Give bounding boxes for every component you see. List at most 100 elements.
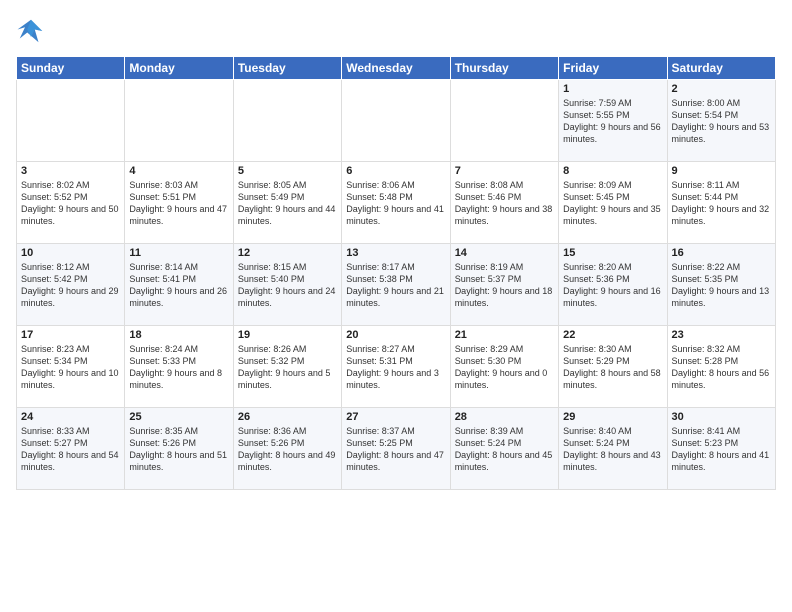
calendar-cell: 12Sunrise: 8:15 AMSunset: 5:40 PMDayligh…	[233, 244, 341, 326]
calendar-cell: 29 Sunrise: 8:40 AMSunset: 5:24 PMDayligh…	[559, 408, 667, 490]
weekday-friday: Friday	[559, 57, 667, 80]
calendar-cell: 2 Sunrise: 8:00 AMSunset: 5:54 PMDaylight…	[667, 80, 775, 162]
day-info: Sunrise: 8:23 AMSunset: 5:34 PMDaylight:…	[21, 344, 119, 390]
day-number: 26	[238, 411, 337, 423]
calendar-cell: 23 Sunrise: 8:32 AMSunset: 5:28 PMDayligh…	[667, 326, 775, 408]
calendar-cell	[125, 80, 233, 162]
day-info: Sunrise: 8:11 AMSunset: 5:44 PMDaylight:…	[672, 180, 770, 226]
calendar-cell: 9 Sunrise: 8:11 AMSunset: 5:44 PMDaylight…	[667, 162, 775, 244]
day-number: 24	[21, 411, 120, 423]
calendar-cell: 30 Sunrise: 8:41 AMSunset: 5:23 PMDayligh…	[667, 408, 775, 490]
weekday-monday: Monday	[125, 57, 233, 80]
calendar-cell: 22 Sunrise: 8:30 AMSunset: 5:29 PMDayligh…	[559, 326, 667, 408]
calendar-cell: 3 Sunrise: 8:02 AMSunset: 5:52 PMDaylight…	[17, 162, 125, 244]
calendar-cell: 13 Sunrise: 8:17 AMSunset: 5:38 PMDayligh…	[342, 244, 450, 326]
weekday-saturday: Saturday	[667, 57, 775, 80]
day-number: 1	[563, 83, 662, 95]
day-number: 4	[129, 165, 228, 177]
day-number: 21	[455, 329, 554, 341]
day-number: 19	[238, 329, 337, 341]
day-number: 30	[672, 411, 771, 423]
logo	[16, 16, 50, 46]
day-info: Sunrise: 8:12 AMSunset: 5:42 PMDaylight:…	[21, 262, 119, 308]
day-number: 10	[21, 247, 120, 259]
day-info: Sunrise: 8:24 AMSunset: 5:33 PMDaylight:…	[129, 344, 222, 390]
day-number: 8	[563, 165, 662, 177]
weekday-thursday: Thursday	[450, 57, 558, 80]
day-info: Sunrise: 8:33 AMSunset: 5:27 PMDaylight:…	[21, 426, 119, 472]
day-number: 2	[672, 83, 771, 95]
day-number: 28	[455, 411, 554, 423]
day-number: 9	[672, 165, 771, 177]
week-row-1: 1 Sunrise: 7:59 AMSunset: 5:55 PMDaylight…	[17, 80, 776, 162]
day-info: Sunrise: 8:30 AMSunset: 5:29 PMDaylight:…	[563, 344, 661, 390]
day-info: Sunrise: 8:08 AMSunset: 5:46 PMDaylight:…	[455, 180, 553, 226]
header	[16, 16, 776, 46]
day-info: Sunrise: 8:40 AMSunset: 5:24 PMDaylight:…	[563, 426, 661, 472]
day-info: Sunrise: 8:05 AMSunset: 5:49 PMDaylight:…	[238, 180, 336, 226]
day-number: 18	[129, 329, 228, 341]
day-info: Sunrise: 8:37 AMSunset: 5:25 PMDaylight:…	[346, 426, 444, 472]
calendar-cell: 1 Sunrise: 7:59 AMSunset: 5:55 PMDaylight…	[559, 80, 667, 162]
calendar-cell: 11 Sunrise: 8:14 AMSunset: 5:41 PMDayligh…	[125, 244, 233, 326]
day-info: Sunrise: 8:14 AMSunset: 5:41 PMDaylight:…	[129, 262, 227, 308]
day-info: Sunrise: 8:09 AMSunset: 5:45 PMDaylight:…	[563, 180, 661, 226]
calendar-cell: 5 Sunrise: 8:05 AMSunset: 5:49 PMDaylight…	[233, 162, 341, 244]
day-number: 17	[21, 329, 120, 341]
calendar-cell: 10 Sunrise: 8:12 AMSunset: 5:42 PMDayligh…	[17, 244, 125, 326]
week-row-2: 3 Sunrise: 8:02 AMSunset: 5:52 PMDaylight…	[17, 162, 776, 244]
calendar-cell: 14 Sunrise: 8:19 AMSunset: 5:37 PMDayligh…	[450, 244, 558, 326]
week-row-3: 10 Sunrise: 8:12 AMSunset: 5:42 PMDayligh…	[17, 244, 776, 326]
day-info: Sunrise: 8:17 AMSunset: 5:38 PMDaylight:…	[346, 262, 444, 308]
calendar-cell: 26 Sunrise: 8:36 AMSunset: 5:26 PMDayligh…	[233, 408, 341, 490]
day-info: Sunrise: 8:32 AMSunset: 5:28 PMDaylight:…	[672, 344, 770, 390]
day-number: 22	[563, 329, 662, 341]
calendar-cell: 6Sunrise: 8:06 AMSunset: 5:48 PMDaylight…	[342, 162, 450, 244]
day-info: Sunrise: 8:19 AMSunset: 5:37 PMDaylight:…	[455, 262, 553, 308]
calendar-cell: 7 Sunrise: 8:08 AMSunset: 5:46 PMDaylight…	[450, 162, 558, 244]
day-number: 3	[21, 165, 120, 177]
calendar-cell: 28Sunrise: 8:39 AMSunset: 5:24 PMDayligh…	[450, 408, 558, 490]
day-number: 25	[129, 411, 228, 423]
day-number: 13	[346, 247, 445, 259]
day-number: 16	[672, 247, 771, 259]
calendar-cell	[342, 80, 450, 162]
day-number: 11	[129, 247, 228, 259]
day-number: 20	[346, 329, 445, 341]
calendar-cell	[233, 80, 341, 162]
day-number: 29	[563, 411, 662, 423]
day-number: 27	[346, 411, 445, 423]
weekday-tuesday: Tuesday	[233, 57, 341, 80]
calendar-cell	[17, 80, 125, 162]
day-info: Sunrise: 8:00 AMSunset: 5:54 PMDaylight:…	[672, 98, 770, 144]
day-info: Sunrise: 7:59 AMSunset: 5:55 PMDaylight:…	[563, 98, 661, 144]
logo-icon	[16, 16, 46, 46]
weekday-header-row: SundayMondayTuesdayWednesdayThursdayFrid…	[17, 57, 776, 80]
day-number: 14	[455, 247, 554, 259]
day-number: 23	[672, 329, 771, 341]
week-row-4: 17 Sunrise: 8:23 AMSunset: 5:34 PMDayligh…	[17, 326, 776, 408]
day-info: Sunrise: 8:02 AMSunset: 5:52 PMDaylight:…	[21, 180, 119, 226]
calendar-cell: 17 Sunrise: 8:23 AMSunset: 5:34 PMDayligh…	[17, 326, 125, 408]
day-info: Sunrise: 8:41 AMSunset: 5:23 PMDaylight:…	[672, 426, 770, 472]
calendar-cell: 20Sunrise: 8:27 AMSunset: 5:31 PMDayligh…	[342, 326, 450, 408]
day-info: Sunrise: 8:22 AMSunset: 5:35 PMDaylight:…	[672, 262, 770, 308]
day-info: Sunrise: 8:15 AMSunset: 5:40 PMDaylight:…	[238, 262, 336, 308]
day-info: Sunrise: 8:06 AMSunset: 5:48 PMDaylight:…	[346, 180, 444, 226]
day-number: 7	[455, 165, 554, 177]
calendar-cell	[450, 80, 558, 162]
day-info: Sunrise: 8:20 AMSunset: 5:36 PMDaylight:…	[563, 262, 661, 308]
day-number: 5	[238, 165, 337, 177]
calendar-cell: 24 Sunrise: 8:33 AMSunset: 5:27 PMDayligh…	[17, 408, 125, 490]
calendar: SundayMondayTuesdayWednesdayThursdayFrid…	[16, 56, 776, 490]
day-number: 15	[563, 247, 662, 259]
day-info: Sunrise: 8:29 AMSunset: 5:30 PMDaylight:…	[455, 344, 548, 390]
day-info: Sunrise: 8:03 AMSunset: 5:51 PMDaylight:…	[129, 180, 227, 226]
day-info: Sunrise: 8:36 AMSunset: 5:26 PMDaylight:…	[238, 426, 336, 472]
day-info: Sunrise: 8:26 AMSunset: 5:32 PMDaylight:…	[238, 344, 331, 390]
weekday-sunday: Sunday	[17, 57, 125, 80]
calendar-cell: 15 Sunrise: 8:20 AMSunset: 5:36 PMDayligh…	[559, 244, 667, 326]
weekday-wednesday: Wednesday	[342, 57, 450, 80]
week-row-5: 24 Sunrise: 8:33 AMSunset: 5:27 PMDayligh…	[17, 408, 776, 490]
calendar-cell: 27 Sunrise: 8:37 AMSunset: 5:25 PMDayligh…	[342, 408, 450, 490]
